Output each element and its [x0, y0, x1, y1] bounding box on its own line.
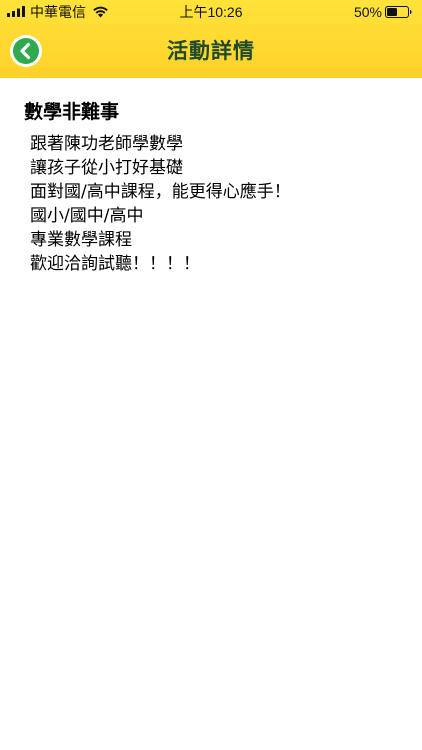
- event-description: 跟著陳功老師學數學 讓孩子從小打好基礎 面對國/高中課程，能更得心應手！ 國小/…: [24, 132, 404, 276]
- description-line: 歡迎洽詢試聽！！！！: [30, 254, 200, 274]
- navigation-bar: 活動詳情: [0, 24, 422, 78]
- description-line: 讓孩子從小打好基礎: [30, 158, 183, 178]
- page-title: 活動詳情: [167, 39, 255, 63]
- status-bar: 中華電信 上午10:26 50%: [0, 0, 422, 24]
- event-detail: 數學非難事 跟著陳功老師學數學 讓孩子從小打好基礎 面對國/高中課程，能更得心應…: [24, 98, 404, 276]
- description-line: 專業數學課程: [30, 230, 132, 250]
- description-line: 面對國/高中課程，能更得心應手！: [30, 182, 291, 202]
- battery-percentage: 50%: [353, 4, 382, 20]
- description-line: 國小/國中/高中: [30, 206, 144, 226]
- battery-icon: [385, 6, 412, 18]
- event-title: 數學非難事: [24, 101, 120, 123]
- description-line: 跟著陳功老師學數學: [30, 134, 183, 154]
- header-area: 中華電信 上午10:26 50% 活動詳情: [0, 0, 422, 78]
